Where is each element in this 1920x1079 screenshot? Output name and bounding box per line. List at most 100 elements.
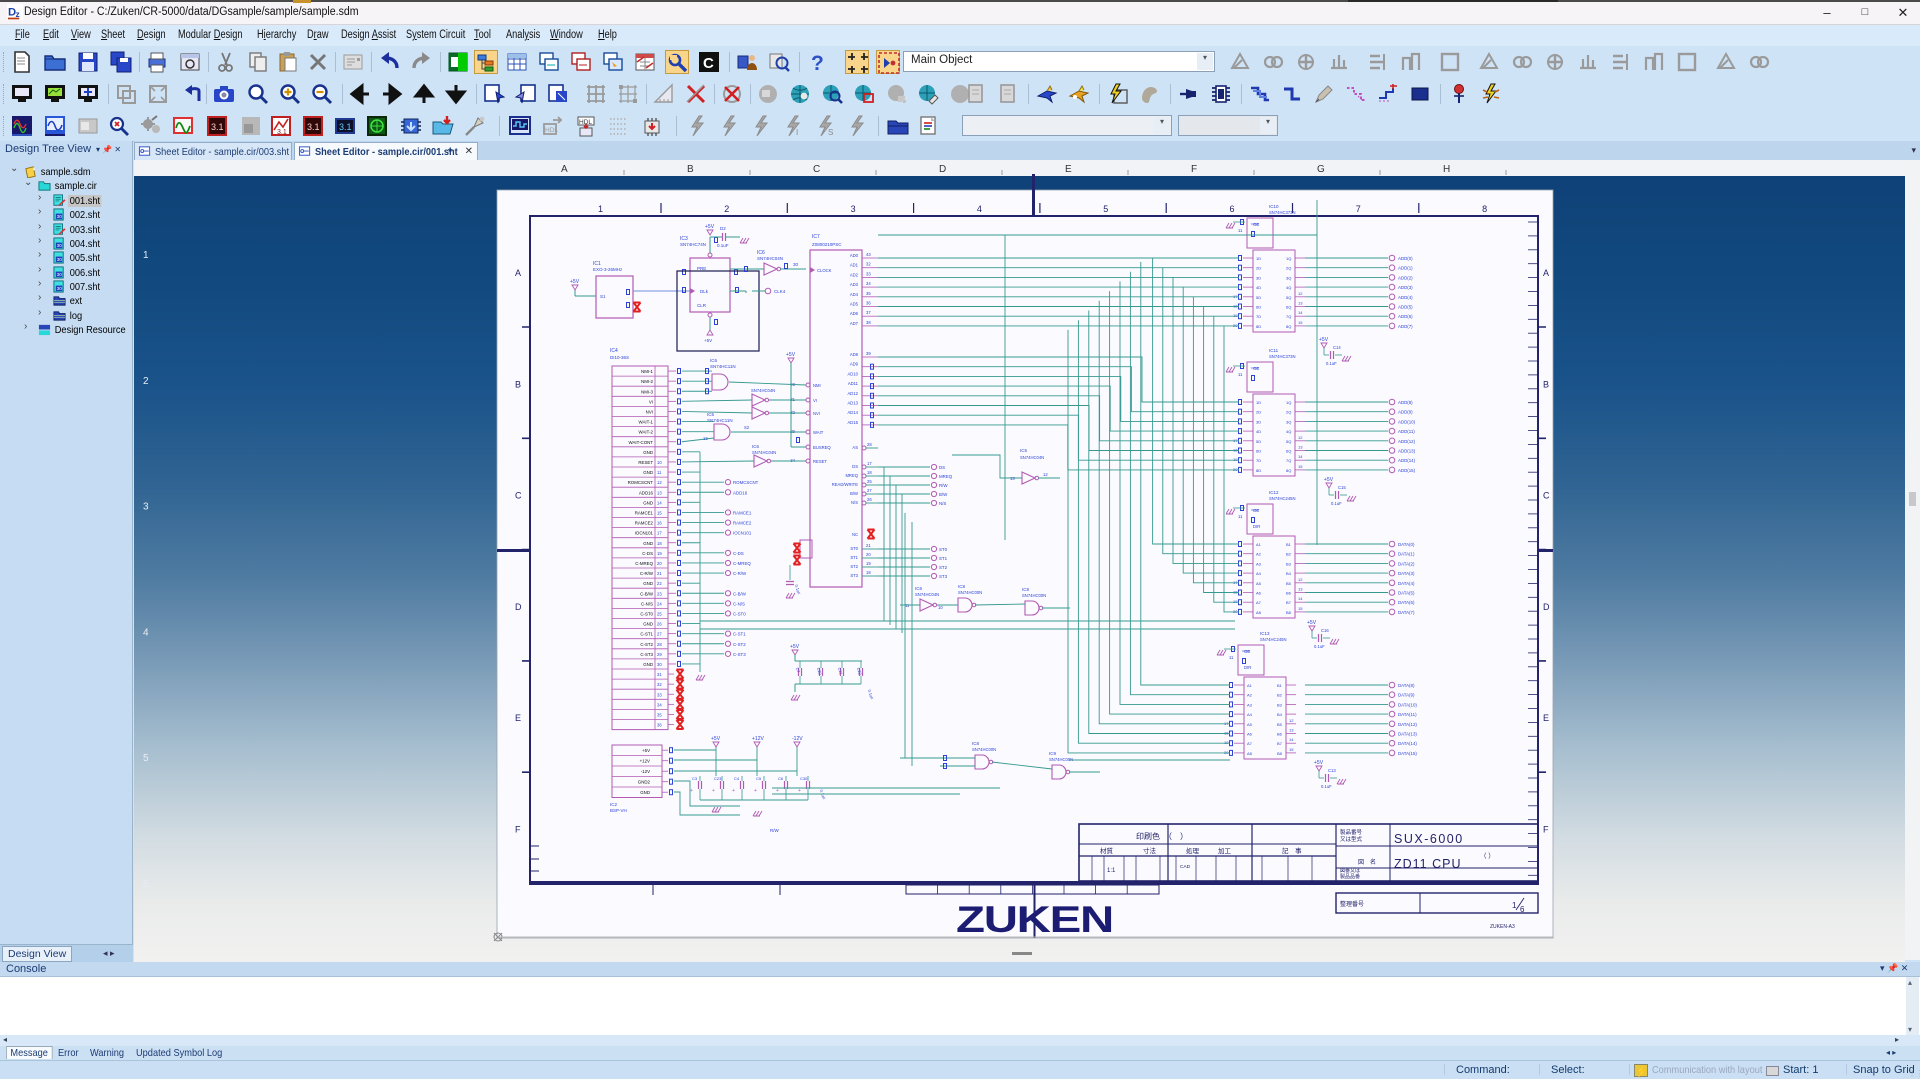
svg-text:18: 18 [1233, 304, 1238, 309]
svg-text:HDL: HDL [545, 127, 558, 134]
svg-text:20: 20 [657, 561, 662, 566]
svg-text:14: 14 [1298, 454, 1303, 459]
svg-text:GND2: GND2 [638, 780, 651, 785]
svg-text:+5V: +5V [711, 736, 721, 742]
svg-text:DATA(6): DATA(6) [1398, 600, 1415, 605]
svg-text:20: 20 [1224, 750, 1229, 755]
svg-text:AD0: AD0 [850, 253, 859, 258]
svg-text:17: 17 [1233, 294, 1238, 299]
svg-text:NMI: NMI [813, 383, 821, 388]
svg-text:0.1uF: 0.1uF [1331, 501, 1342, 506]
svg-text:26: 26 [867, 497, 872, 502]
svg-text:5: 5 [1103, 204, 1108, 214]
svg-text:MREQ: MREQ [845, 473, 858, 478]
svg-text:OE: OE [1244, 649, 1250, 654]
svg-text:WAIT-CONT: WAIT-CONT [629, 440, 654, 445]
svg-text:D: D [515, 602, 522, 612]
svg-text:C23: C23 [714, 776, 722, 781]
svg-text:SN74HC04N: SN74HC04N [757, 256, 783, 261]
svg-text:2Q: 2Q [1286, 410, 1291, 415]
svg-text:A6: A6 [1256, 591, 1262, 596]
svg-text:8: 8 [1482, 204, 1487, 214]
svg-text:22: 22 [657, 581, 662, 586]
svg-text:2Q: 2Q [1286, 266, 1291, 271]
svg-text:3Q: 3Q [1286, 419, 1291, 424]
svg-text:ADD(6): ADD(6) [1398, 314, 1413, 319]
svg-text:SN74HC00N: SN74HC00N [1049, 757, 1073, 762]
svg-text:3: 3 [143, 502, 149, 513]
svg-text:24: 24 [657, 601, 662, 606]
svg-text:+: + [712, 788, 715, 794]
svg-text:20: 20 [1233, 609, 1238, 614]
svg-text:7: 7 [1356, 204, 1361, 214]
svg-text:DATA(5): DATA(5) [1398, 591, 1415, 596]
svg-text:C6: C6 [778, 776, 784, 781]
svg-text:OE: OE [1253, 366, 1259, 371]
svg-text:14: 14 [1298, 310, 1303, 315]
svg-text:12: 12 [1298, 435, 1303, 440]
svg-text:10: 10 [938, 605, 943, 610]
svg-text:34: 34 [790, 458, 795, 463]
svg-text:+12V: +12V [752, 736, 764, 742]
svg-text:AD5: AD5 [850, 302, 859, 307]
svg-text:印刷色 （ ）: 印刷色 （ ） [1136, 831, 1188, 841]
svg-text:16: 16 [657, 521, 662, 526]
svg-text:CLOCK: CLOCK [817, 268, 832, 273]
svg-text:19: 19 [1233, 457, 1238, 462]
svg-text:D: D [1543, 602, 1550, 612]
svg-text:IOCN101: IOCN101 [635, 531, 654, 536]
svg-text:36: 36 [866, 301, 871, 306]
svg-text:2: 2 [143, 376, 149, 387]
svg-text:DATA(12): DATA(12) [1398, 722, 1417, 727]
svg-text:13: 13 [1298, 301, 1303, 306]
svg-text:NMI-1: NMI-1 [641, 369, 654, 374]
svg-text:NVI: NVI [813, 411, 820, 416]
svg-text:7Q: 7Q [1286, 314, 1291, 319]
svg-text:ADD(3): ADD(3) [1398, 285, 1413, 290]
svg-text:D2: D2 [720, 226, 726, 231]
svg-text:寸法: 寸法 [1143, 846, 1157, 855]
svg-text:C-ST1: C-ST1 [640, 632, 653, 637]
svg-text:DI10-36S: DI10-36S [610, 355, 629, 360]
svg-text:B6: B6 [1286, 591, 1292, 596]
svg-text:材質: 材質 [1100, 846, 1114, 855]
svg-text:図 名: 図 名 [1358, 858, 1376, 866]
svg-text:NVI: NVI [646, 409, 653, 414]
svg-text:AS: AS [852, 445, 858, 450]
svg-text:ADD16: ADD16 [639, 490, 654, 495]
svg-text:B: B [515, 379, 521, 389]
svg-text:ADD(10): ADD(10) [1398, 419, 1416, 424]
svg-text:+: + [690, 788, 693, 794]
svg-text:SUX-6000: SUX-6000 [1394, 832, 1464, 846]
svg-text:B2: B2 [1286, 552, 1292, 557]
svg-text:C-ST3: C-ST3 [733, 652, 746, 657]
svg-text:3Q: 3Q [1286, 275, 1291, 280]
svg-text:DS: DS [939, 465, 945, 470]
svg-text:12: 12 [1043, 472, 1048, 477]
svg-text:20: 20 [1233, 467, 1238, 472]
svg-text:1: 1 [598, 204, 603, 214]
svg-text:S2: S2 [744, 425, 750, 430]
svg-text:6D: 6D [1256, 305, 1261, 310]
svg-text:C: C [813, 164, 820, 175]
svg-text:ADD(0): ADD(0) [1398, 256, 1413, 261]
svg-text:2D: 2D [1256, 266, 1261, 271]
svg-text:IC9: IC9 [1049, 751, 1057, 756]
svg-text:13: 13 [703, 436, 708, 441]
svg-text:30: 30 [657, 662, 662, 667]
svg-text:AD10: AD10 [848, 371, 859, 376]
svg-text:8Q: 8Q [1286, 324, 1291, 329]
svg-text:CAD: CAD [1180, 864, 1191, 870]
svg-text:C5: C5 [756, 776, 762, 781]
svg-text:CLK4: CLK4 [774, 289, 786, 294]
svg-text:3.1: 3.1 [211, 122, 224, 132]
svg-text:ADD(8): ADD(8) [1398, 400, 1413, 405]
svg-text:11: 11 [1238, 228, 1243, 233]
svg-text:DATA(1): DATA(1) [1398, 552, 1415, 557]
svg-text:SN74HC04N: SN74HC04N [915, 592, 939, 597]
svg-text:B6: B6 [1277, 732, 1283, 737]
svg-text:AD1: AD1 [850, 263, 859, 268]
svg-text:C-R/W: C-R/W [733, 571, 747, 576]
svg-text:DS: DS [852, 464, 858, 469]
svg-text:RAMCE2: RAMCE2 [733, 521, 752, 526]
